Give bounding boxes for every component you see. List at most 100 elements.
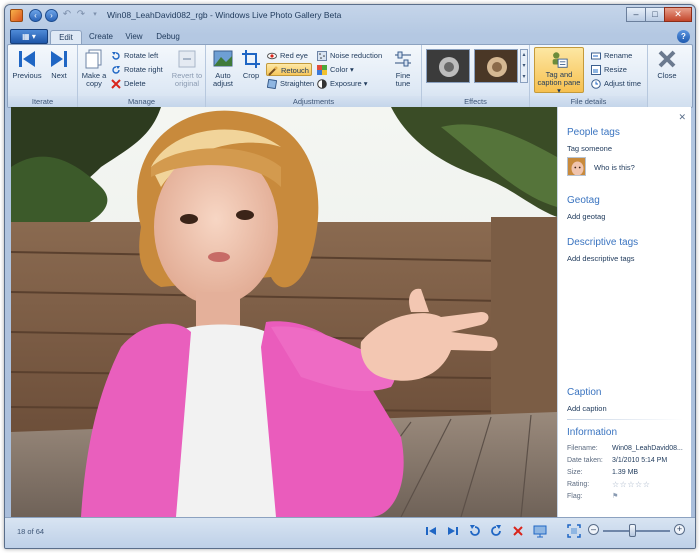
exposure-label: Exposure [330,79,362,88]
rotate-right-icon [112,66,120,74]
descriptive-tags-heading: Descriptive tags [567,237,639,248]
tab-view[interactable]: View [120,30,148,45]
auto-adjust-button[interactable]: Auto adjust [209,48,237,88]
next-icon [51,51,67,67]
effect-sepia[interactable] [474,49,518,83]
color-label: Color [330,65,348,74]
person-face-thumbnail[interactable] [567,157,586,176]
next-label: Next [51,71,67,80]
date-taken-value[interactable]: 3/1/2010 5:14 PM [612,456,667,465]
rotate-left-icon [112,52,120,60]
zoom-in-button[interactable]: + [674,524,685,535]
redo-icon[interactable]: ↷ [75,8,87,22]
people-tags-heading: People tags [567,127,620,138]
tag-caption-pane-button[interactable]: Tag and caption pane ▾ [534,47,584,95]
file-menu-button[interactable]: ▦ ▾ [10,29,48,44]
red-eye-button[interactable]: Red eye [266,49,308,62]
app-window: ‹ › ↶ ↷ ▾ Win08_LeahDavid082_rgb - Windo… [4,4,696,549]
close-edit-button[interactable]: Close [652,48,682,80]
tab-edit[interactable]: Edit [50,30,82,45]
rotate-right-label: Rotate right [124,65,163,74]
group-file-details: Tag and caption pane ▾ Rename Resize Adj… [530,45,648,107]
red-eye-label: Red eye [280,51,308,60]
photo-viewer[interactable] [11,107,557,517]
straighten-button[interactable]: Straighten [266,77,314,90]
retouch-button[interactable]: Retouch [266,63,312,76]
next-button[interactable]: Next [44,48,74,80]
slideshow-icon[interactable] [533,524,547,538]
retouch-icon [268,66,278,76]
who-is-this-link[interactable]: Who is this? [594,163,635,172]
minimize-button[interactable]: – [626,7,646,22]
add-caption-link[interactable]: Add caption [567,404,607,413]
exposure-icon [317,79,327,89]
photo-position: 18 of 64 [17,527,45,536]
straighten-label: Straighten [280,79,315,88]
tag-pane-dropdown-icon: ▾ [557,86,561,95]
group-effects: ▴ ▾ ▾ Effects [422,45,530,107]
effect-black-and-white[interactable] [426,49,470,83]
filename-value[interactable]: Win08_LeahDavid08... [612,444,683,453]
group-label-manage: Manage [78,96,205,107]
group-iterate: Previous Next Iterate [8,45,78,107]
status-rotate-left-icon[interactable] [468,524,482,538]
make-copy-button[interactable]: Make a copy [81,48,107,88]
add-descriptive-tags-link[interactable]: Add descriptive tags [567,254,635,263]
rotate-right-button[interactable]: Rotate right [110,63,163,76]
add-geotag-link[interactable]: Add geotag [567,212,605,221]
crop-button[interactable]: Crop [239,48,263,80]
maximize-button[interactable]: □ [645,7,665,22]
exposure-button[interactable]: Exposure ▾ [316,77,368,90]
status-bar: 18 of 64 – + [5,517,695,548]
close-window-button[interactable]: ✕ [664,7,692,22]
fine-tune-button[interactable]: Fine tune [388,48,418,88]
adjust-time-button[interactable]: Adjust time [590,77,641,90]
geotag-heading: Geotag [567,195,600,206]
ribbon: Previous Next Iterate Make a copy Rotate… [7,44,693,108]
exposure-dropdown-icon: ▾ [361,79,368,88]
pane-close-icon[interactable]: ✕ [678,112,686,123]
auto-adjust-label: Auto adjust [212,71,233,88]
color-button[interactable]: Color ▾ [316,63,354,76]
group-label-iterate: Iterate [8,96,77,107]
delete-button[interactable]: Delete [110,77,146,90]
fine-tune-label: Fine tune [395,71,411,88]
zoom-out-button[interactable]: – [588,524,599,535]
flag-label: Flag: [567,493,583,500]
zoom-slider[interactable] [603,530,670,532]
fine-tune-icon [395,51,411,67]
help-icon[interactable]: ? [677,30,690,43]
rename-button[interactable]: Rename [590,49,632,62]
size-value: 1.39 MB [612,469,639,476]
resize-button[interactable]: Resize [590,63,627,76]
status-next-icon[interactable] [446,524,460,538]
window-title: Win08_LeahDavid082_rgb - Windows Live Ph… [107,10,342,20]
forward-icon[interactable]: › [45,9,58,22]
face-thumbnail-image [568,158,585,175]
undo-icon[interactable]: ↶ [61,8,73,22]
rotate-left-button[interactable]: Rotate left [110,49,158,62]
effects-gallery-scroll[interactable]: ▴ ▾ ▾ [520,49,528,83]
app-menu-icon[interactable] [10,9,23,22]
tab-create[interactable]: Create [84,30,118,45]
actual-size-icon[interactable] [567,524,581,538]
tab-debug[interactable]: Debug [151,30,185,45]
color-dropdown-icon: ▾ [347,65,354,74]
previous-label: Previous [12,71,42,80]
status-rotate-right-icon[interactable] [489,524,503,538]
zoom-slider-thumb[interactable] [629,524,637,537]
clock-icon [591,79,601,89]
rating-stars[interactable]: ☆☆☆☆☆ [612,480,650,489]
revert-button[interactable]: Revert to original [170,48,204,88]
previous-button[interactable]: Previous [11,48,43,80]
flag-icon[interactable]: ⚑ [612,492,618,501]
tag-pane-icon [552,52,568,68]
noise-reduction-button[interactable]: Noise reduction [316,49,382,62]
close-label: Close [657,71,677,80]
back-icon[interactable]: ‹ [29,9,42,22]
tag-caption-pane-label: Tag and caption pane [537,70,581,87]
tag-someone-link[interactable]: Tag someone [567,144,612,153]
status-delete-icon[interactable] [511,524,525,538]
status-previous-icon[interactable] [424,524,438,538]
qat-dropdown-icon[interactable]: ▾ [89,8,101,22]
